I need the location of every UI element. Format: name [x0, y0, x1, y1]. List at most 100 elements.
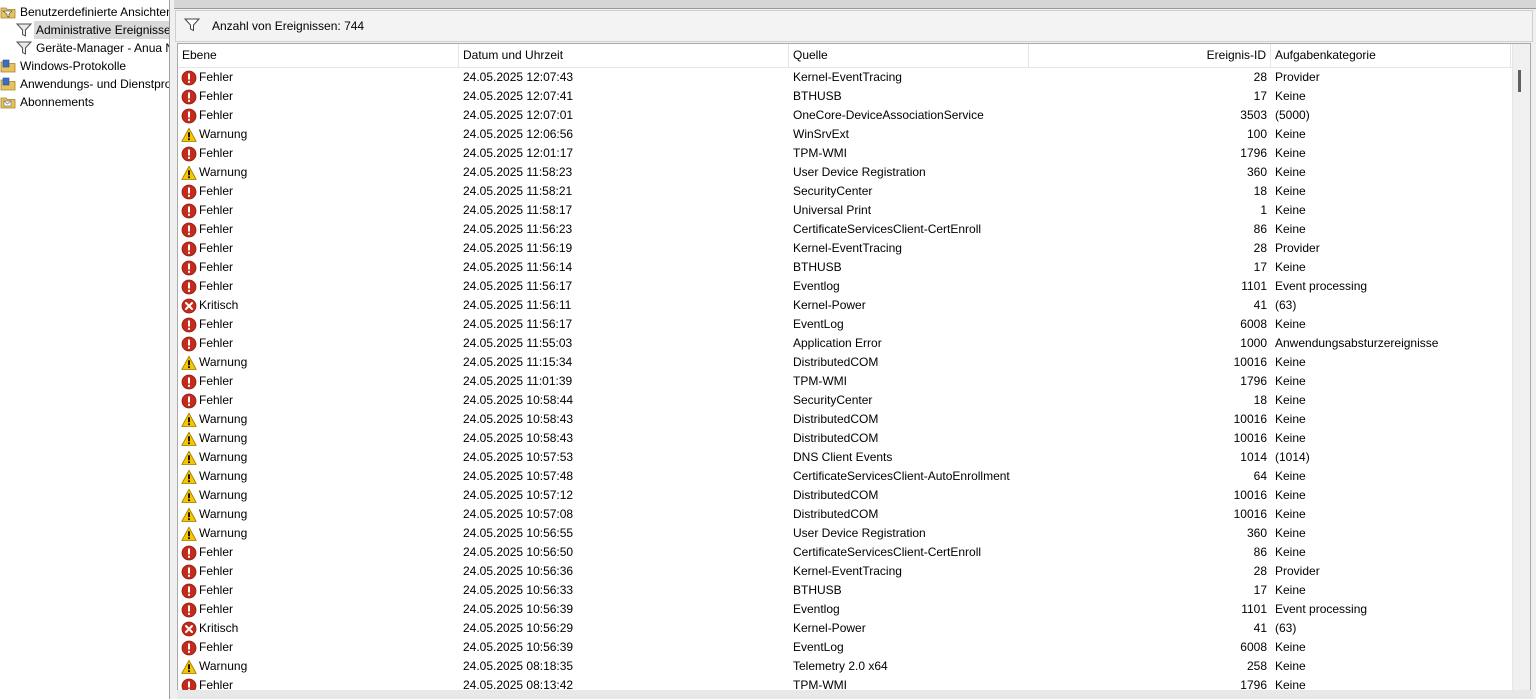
- datetime-cell: 24.05.2025 08:18:35: [463, 659, 574, 673]
- scrollbar-thumb[interactable]: [1518, 70, 1521, 92]
- level-cell: Warnung: [178, 125, 459, 144]
- table-row[interactable]: Fehler 24.05.2025 11:56:17 Eventlog 1101 Eve…: [178, 277, 1513, 296]
- table-row[interactable]: Warnung 24.05.2025 10:58:43 DistributedCOM…: [178, 410, 1513, 429]
- source-cell: SecurityCenter: [793, 393, 873, 407]
- column-header-event-id[interactable]: Ereignis-ID: [1029, 44, 1271, 67]
- level-label: Kritisch: [199, 298, 239, 312]
- table-row[interactable]: Fehler 24.05.2025 11:58:17 Universal Print…: [178, 201, 1513, 220]
- task-category-cell: Keine: [1275, 469, 1306, 483]
- source-cell: BTHUSB: [793, 260, 842, 274]
- level-cell: Fehler: [178, 220, 459, 239]
- tree-item-3[interactable]: Windows-Protokolle: [0, 57, 128, 75]
- datetime-cell: 24.05.2025 11:58:21: [463, 184, 573, 198]
- tree-item-1[interactable]: Administrative Ereignisse: [15, 21, 169, 39]
- task-category-cell: Keine: [1275, 583, 1306, 597]
- table-row[interactable]: Fehler 24.05.2025 10:58:44 SecurityCenter 1…: [178, 391, 1513, 410]
- table-row[interactable]: Fehler 24.05.2025 11:56:14 BTHUSB 17 Keine: [178, 258, 1513, 277]
- table-row[interactable]: Fehler 24.05.2025 11:55:03 Application Err…: [178, 334, 1513, 353]
- level-label: Fehler: [199, 241, 234, 255]
- source-cell: Application Error: [793, 336, 882, 350]
- source-cell: DNS Client Events: [793, 450, 893, 464]
- table-row[interactable]: Fehler 24.05.2025 12:07:41 BTHUSB 17 Keine: [178, 87, 1513, 106]
- table-row[interactable]: Kritisch 24.05.2025 10:56:29 Kernel-Power 4…: [178, 619, 1513, 638]
- datetime-cell: 24.05.2025 10:56:33: [463, 583, 574, 597]
- table-row[interactable]: Fehler 24.05.2025 08:13:42 TPM-WMI 1796 Kein…: [178, 676, 1513, 690]
- table-row[interactable]: Fehler 24.05.2025 10:56:50 CertificateServ…: [178, 543, 1513, 562]
- source-cell: DistributedCOM: [793, 355, 879, 369]
- level-cell: Warnung: [178, 429, 459, 448]
- task-category-cell: Provider: [1275, 564, 1320, 578]
- warning-icon: [181, 165, 199, 181]
- datetime-cell: 24.05.2025 10:57:12: [463, 488, 574, 502]
- tree-item-4[interactable]: Anwendungs- und Dienstpro: [0, 75, 169, 93]
- source-cell: TPM-WMI: [793, 374, 847, 388]
- error-icon: [181, 203, 199, 219]
- source-cell: DistributedCOM: [793, 507, 879, 521]
- source-cell: Eventlog: [793, 602, 840, 616]
- table-row[interactable]: Fehler 24.05.2025 11:01:39 TPM-WMI 1796 Kein…: [178, 372, 1513, 391]
- level-label: Fehler: [199, 602, 234, 616]
- table-row[interactable]: Warnung 24.05.2025 11:15:34 DistributedCOM…: [178, 353, 1513, 372]
- event-id-cell: 1796: [1240, 374, 1267, 388]
- task-category-cell: Provider: [1275, 70, 1320, 84]
- level-label: Fehler: [199, 70, 234, 84]
- event-count-bar: Anzahl von Ereignissen: 744: [175, 10, 1533, 42]
- table-row[interactable]: Fehler 24.05.2025 10:56:39 EventLog 6008 Kei…: [178, 638, 1513, 657]
- table-row[interactable]: Fehler 24.05.2025 12:07:43 Kernel-EventTra…: [178, 68, 1513, 87]
- table-row[interactable]: Warnung 24.05.2025 10:58:43 DistributedCOM…: [178, 429, 1513, 448]
- error-icon: [181, 146, 199, 162]
- level-cell: Warnung: [178, 486, 459, 505]
- table-row[interactable]: Kritisch 24.05.2025 11:56:11 Kernel-Power 4…: [178, 296, 1513, 315]
- error-icon: [181, 393, 199, 409]
- table-row[interactable]: Fehler 24.05.2025 10:56:33 BTHUSB 17 Keine: [178, 581, 1513, 600]
- datetime-cell: 24.05.2025 10:57:53: [463, 450, 574, 464]
- source-cell: Kernel-EventTracing: [793, 564, 902, 578]
- level-cell: Fehler: [178, 372, 459, 391]
- event-id-cell: 18: [1253, 393, 1267, 407]
- table-row[interactable]: Fehler 24.05.2025 10:56:36 Kernel-EventTra…: [178, 562, 1513, 581]
- event-list-header: Ebene Datum und Uhrzeit Quelle Ereignis-…: [178, 44, 1530, 68]
- event-id-cell: 1014: [1240, 450, 1267, 464]
- table-row[interactable]: Fehler 24.05.2025 11:56:23 CertificateServ…: [178, 220, 1513, 239]
- table-row[interactable]: Warnung 24.05.2025 10:57:08 DistributedCOM…: [178, 505, 1513, 524]
- events-pane: Anzahl von Ereignissen: 744 Ebene Datum …: [174, 0, 1536, 699]
- level-cell: Fehler: [178, 201, 459, 220]
- table-row[interactable]: Warnung 24.05.2025 10:57:48 CertificateSer…: [178, 467, 1513, 486]
- event-id-cell: 10016: [1233, 355, 1267, 369]
- event-list[interactable]: Ebene Datum und Uhrzeit Quelle Ereignis-…: [177, 43, 1531, 691]
- task-category-cell: Event processing: [1275, 602, 1368, 616]
- event-id-cell: 100: [1246, 127, 1267, 141]
- tree-item-5[interactable]: Abonnements: [0, 93, 96, 111]
- level-cell: Kritisch: [178, 296, 459, 315]
- vertical-scrollbar[interactable]: [1512, 44, 1530, 690]
- event-id-cell: 28: [1253, 70, 1267, 84]
- table-row[interactable]: Fehler 24.05.2025 11:56:19 Kernel-EventTra…: [178, 239, 1513, 258]
- table-row[interactable]: Warnung 24.05.2025 11:58:23 User Device Re…: [178, 163, 1513, 182]
- table-row[interactable]: Fehler 24.05.2025 11:58:21 SecurityCenter 1…: [178, 182, 1513, 201]
- error-icon: [181, 89, 199, 105]
- table-row[interactable]: Warnung 24.05.2025 10:57:12 DistributedCOM…: [178, 486, 1513, 505]
- level-label: Warnung: [199, 526, 248, 540]
- table-row[interactable]: Warnung 24.05.2025 10:56:55 User Device Re…: [178, 524, 1513, 543]
- table-row[interactable]: Warnung 24.05.2025 08:18:35 Telemetry 2.0 …: [178, 657, 1513, 676]
- table-row[interactable]: Fehler 24.05.2025 11:56:17 EventLog 6008 Kei…: [178, 315, 1513, 334]
- table-row[interactable]: Warnung 24.05.2025 10:57:53 DNS Client Eve…: [178, 448, 1513, 467]
- level-label: Warnung: [199, 507, 248, 521]
- tree-item-2[interactable]: Geräte-Manager - Anua N: [15, 39, 169, 57]
- table-row[interactable]: Fehler 24.05.2025 12:07:01 OneCore-DeviceA…: [178, 106, 1513, 125]
- table-row[interactable]: Warnung 24.05.2025 12:06:56 WinSrvExt 100 Ke…: [178, 125, 1513, 144]
- error-icon: [181, 108, 199, 124]
- error-icon: [181, 583, 199, 599]
- column-header-task-category[interactable]: Aufgabenkategorie: [1271, 44, 1511, 67]
- error-icon: [181, 602, 199, 618]
- table-row[interactable]: Fehler 24.05.2025 12:01:17 TPM-WMI 1796 Kein…: [178, 144, 1513, 163]
- table-row[interactable]: Fehler 24.05.2025 10:56:39 Eventlog 1101 Eve…: [178, 600, 1513, 619]
- task-category-cell: Keine: [1275, 393, 1306, 407]
- column-header-source[interactable]: Quelle: [789, 44, 1029, 67]
- column-header-level[interactable]: Ebene: [178, 44, 459, 67]
- source-cell: WinSrvExt: [793, 127, 850, 141]
- tree-item-0[interactable]: Benutzerdefinierte Ansichten: [0, 3, 169, 21]
- error-icon: [181, 279, 199, 295]
- level-label: Kritisch: [199, 621, 239, 635]
- column-header-datetime[interactable]: Datum und Uhrzeit: [459, 44, 789, 67]
